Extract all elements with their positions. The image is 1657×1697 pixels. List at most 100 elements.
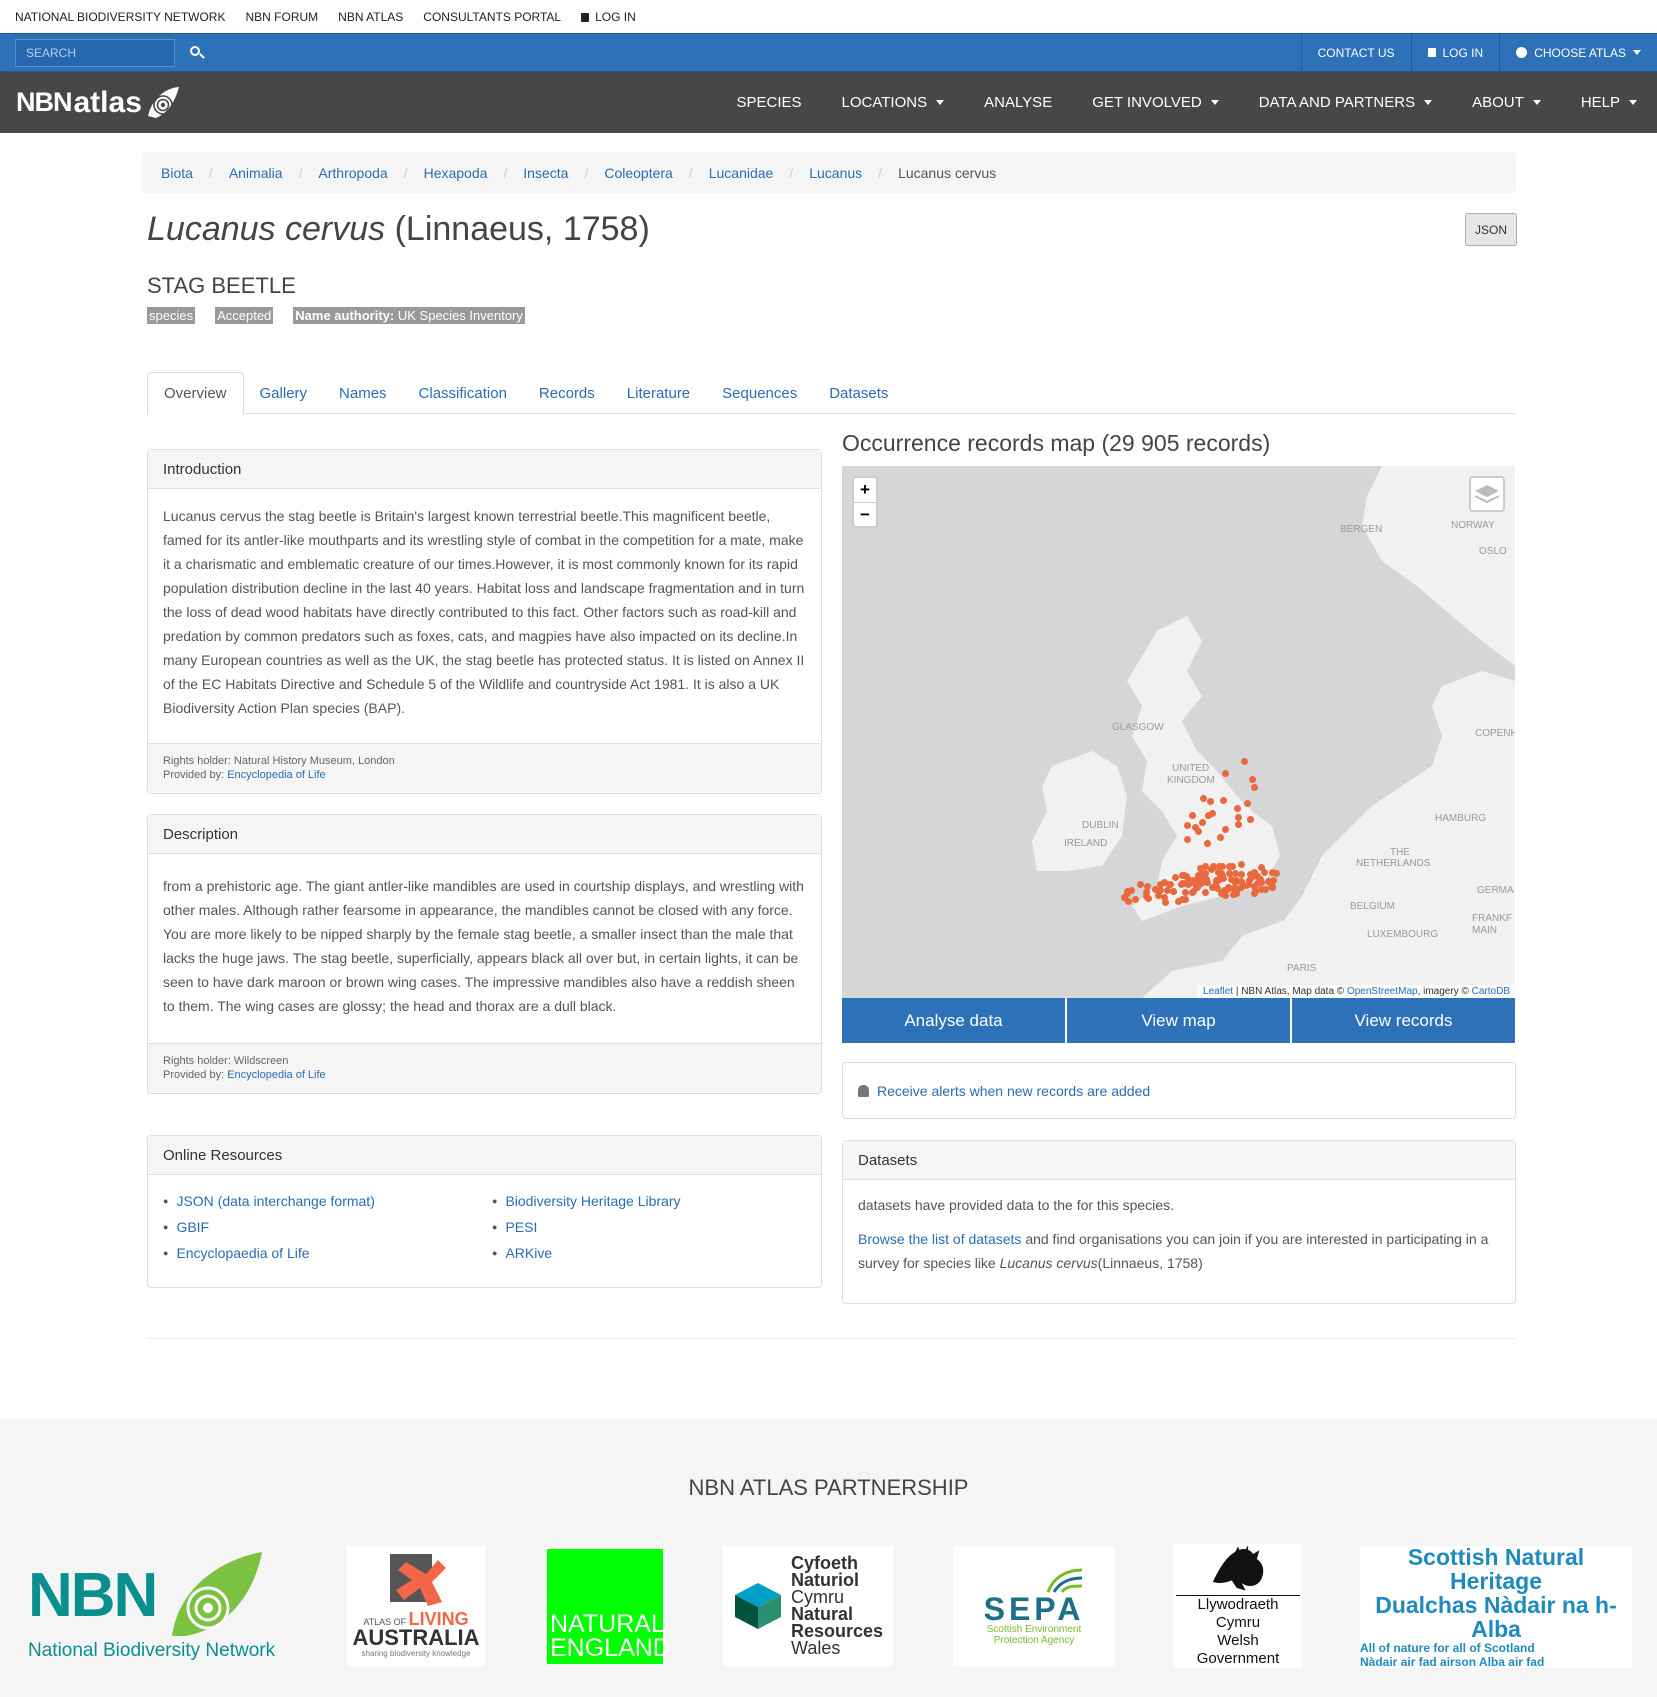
link-atlas[interactable]: NBN ATLAS [338,10,403,24]
nrw-partner-logo[interactable]: Cyfoeth Naturiol Cymru Natural Resources… [723,1546,893,1666]
zoom-control: + − [852,476,878,528]
nbn-atlas-logo[interactable]: NBN atlas [16,86,180,120]
description-footer: Rights holder: Wildscreen Provided by: E… [148,1043,821,1092]
breadcrumb-arthropoda[interactable]: Arthropoda [318,165,387,181]
browse-datasets-link[interactable]: Browse the list of datasets [858,1231,1021,1247]
map-label: OSLO [1479,546,1507,557]
occurrence-dot [1178,880,1186,888]
map-label: HAMBURG [1435,813,1486,824]
tab-classification[interactable]: Classification [403,372,523,414]
tab-names[interactable]: Names [323,372,403,414]
nav-species[interactable]: SPECIES [717,94,822,111]
layers-icon[interactable] [1469,476,1505,512]
occurrence-dot [1179,871,1187,879]
link-login-top[interactable]: LOG IN [581,10,636,24]
list-item: Biodiversity Heritage Library [492,1189,680,1215]
rank-badge: species [147,307,196,324]
tab-sequences[interactable]: Sequences [706,372,813,414]
nav-label: LOCATIONS [841,94,928,111]
description-panel: Description from a prehistoric age. The … [147,814,822,1094]
search-input[interactable]: SEARCH [15,38,175,67]
nav-about[interactable]: ABOUT [1452,94,1561,111]
snh-line2: Dualchas Nàdair na h-Alba [1375,1592,1617,1642]
occurrence-dot [1184,835,1192,843]
tab-literature[interactable]: Literature [611,372,706,414]
carto-link[interactable]: CartoDB [1472,986,1510,997]
globe-icon [1516,47,1528,58]
nbn-partner-logo[interactable]: NBN National Biodiversity Network [28,1544,290,1668]
attribution-text: | NBN Atlas, Map data © [1235,986,1345,997]
list-item: Encyclopaedia of Life [163,1241,492,1267]
tab-overview[interactable]: Overview [147,372,244,415]
tab-datasets[interactable]: Datasets [813,372,904,414]
provided-by-label: Provided by: [163,1069,225,1081]
resource-link-eol[interactable]: Encyclopaedia of Life [176,1245,309,1261]
common-name: STAG BEETLE [147,273,296,298]
ala-icon [390,1554,446,1606]
occurrence-dot [1230,884,1238,892]
view-map-button[interactable]: View map [1067,998,1290,1043]
nav-get-involved[interactable]: GET INVOLVED [1072,94,1238,111]
ala-partner-logo[interactable]: ATLAS OF LIVING AUSTRALIA sharing biodiv… [347,1546,485,1666]
tab-gallery[interactable]: Gallery [244,372,324,414]
breadcrumb-biota[interactable]: Biota [161,165,193,181]
breadcrumb-animalia[interactable]: Animalia [229,165,283,181]
caret-down-icon [1633,50,1641,55]
breadcrumb-coleoptera[interactable]: Coleoptera [604,165,673,181]
nav-label: ABOUT [1472,94,1524,111]
occurrence-dot [1172,873,1180,881]
json-button[interactable]: JSON [1465,213,1517,246]
zoom-in-button[interactable]: + [854,478,876,502]
footer-title: NBN ATLAS PARTNERSHIP [688,1475,969,1500]
view-records-button[interactable]: View records [1292,998,1515,1043]
link-nbn[interactable]: NATIONAL BIODIVERSITY NETWORK [15,10,225,24]
attribution-imagery: , imagery © [1417,986,1469,997]
resource-link-gbif[interactable]: GBIF [176,1219,209,1235]
resource-link-bhl[interactable]: Biodiversity Heritage Library [505,1193,680,1209]
provided-by-link[interactable]: Encyclopedia of Life [227,769,325,781]
contact-us-link[interactable]: CONTACT US [1300,34,1411,71]
search-bar: SEARCH CONTACT US LOG IN CHOOSE ATLAS [0,33,1657,72]
osm-link[interactable]: OpenStreetMap [1347,986,1418,997]
occurrence-dot [1234,821,1242,829]
welsh-government-logo[interactable]: Llywodraeth Cymru Welsh Government [1174,1544,1302,1668]
breadcrumb-insecta[interactable]: Insecta [523,165,568,181]
page-title: Lucanus cervus (Linnaeus, 1758) [147,210,650,249]
breadcrumb: Biota / Animalia / Arthropoda / Hexapoda / I… [142,152,1516,193]
nav-help[interactable]: HELP [1561,94,1657,111]
breadcrumb-hexapoda[interactable]: Hexapoda [424,165,488,181]
alerts-link[interactable]: Receive alerts when new records are adde… [877,1083,1150,1099]
link-forum[interactable]: NBN FORUM [245,10,318,24]
occurrence-dot [1174,897,1182,905]
nav-analyse[interactable]: ANALYSE [964,94,1072,111]
leaf-icon [172,1552,263,1636]
login-link[interactable]: LOG IN [1410,34,1500,71]
map-label: THE [1390,847,1410,858]
breadcrumb-lucanidae[interactable]: Lucanidae [709,165,774,181]
tab-records[interactable]: Records [523,372,611,414]
nbn-logo-subtitle: National Biodiversity Network [28,1640,276,1661]
map-label: GLASGOW [1112,722,1164,733]
nav-locations[interactable]: LOCATIONS [822,94,965,111]
leaflet-link[interactable]: Leaflet [1203,986,1233,997]
contact-label: CONTACT US [1317,45,1395,60]
provided-by-link[interactable]: Encyclopedia of Life [227,1069,325,1081]
resource-link-arkive[interactable]: ARKive [505,1245,552,1261]
zoom-out-button[interactable]: − [854,502,876,526]
link-consultants[interactable]: CONSULTANTS PORTAL [423,10,561,24]
analyse-data-button[interactable]: Analyse data [842,998,1065,1043]
name-authority-value: UK Species Inventory [397,308,523,323]
resource-link-pesi[interactable]: PESI [505,1219,537,1235]
choose-atlas-dropdown[interactable]: CHOOSE ATLAS [1499,34,1657,71]
breadcrumb-lucanus[interactable]: Lucanus [809,165,862,181]
sepa-partner-logo[interactable]: SEPA Scottish Environment Protection Age… [953,1546,1115,1666]
occurrence-map[interactable]: BERGEN NORWAY OSLO GLASGOW UNITED KINGDO… [842,466,1515,998]
list-item: GBIF [163,1215,492,1241]
search-icon[interactable] [187,43,207,63]
nav-data-partners[interactable]: DATA AND PARTNERS [1239,94,1452,111]
snh-partner-logo[interactable]: Scottish Natural Heritage Dualchas Nàdai… [1360,1545,1632,1669]
resource-link-json[interactable]: JSON (data interchange format) [176,1193,374,1209]
natural-england-logo[interactable]: NATURAL ENGLAND [547,1549,671,1664]
map-label: GERMA [1477,885,1514,896]
introduction-heading: Introduction [148,450,821,489]
